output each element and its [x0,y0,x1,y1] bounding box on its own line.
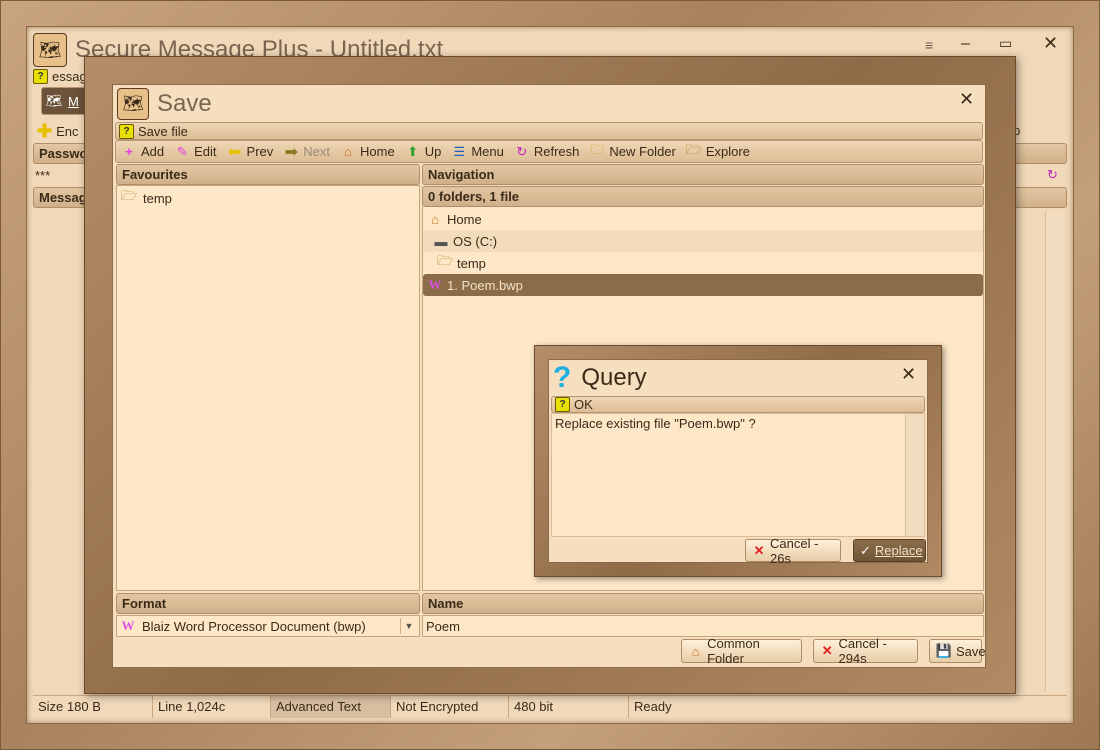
main-tab-label: M [68,93,79,109]
add-button[interactable]: + Add [121,144,164,160]
refresh-button[interactable]: ↻ Refresh [514,143,579,160]
save-titlebar: 🗺 Save [117,88,212,120]
status-bar: Size 180 B Line 1,024c Advanced Text Not… [33,695,1067,718]
arrow-right-icon: ➡ [284,143,298,161]
menu-icon: ☰ [453,143,466,159]
menu-button[interactable]: ☰ Menu [451,144,504,160]
folder-open-icon: 🗁 [685,141,702,157]
query-close-button[interactable]: ✕ [901,364,916,385]
message-scrollbar[interactable] [1045,211,1064,691]
common-folder-button[interactable]: ⌂ Common Folder [681,636,802,666]
format-select[interactable]: W Blaiz Word Processor Document (bwp) ▼ [116,615,420,637]
name-input[interactable]: Poem [422,615,984,637]
folder-up-icon: ⬆ [407,143,419,159]
favourites-panel: 🗁 temp [116,185,420,591]
name-header: Name [422,593,984,614]
replace-button[interactable]: ✓ Replace [853,539,926,562]
explore-button[interactable]: 🗁 Explore [685,141,750,160]
favourites-header: Favourites [116,164,420,185]
prev-button[interactable]: ⬅ Prev [227,143,273,161]
query-titlebar: ? Query [553,362,647,394]
query-message-text: Replace existing file "Poem.bwp" ? [555,416,756,431]
main-close-button[interactable]: ✕ [1043,33,1058,54]
plus-icon: + [125,144,133,159]
encrypt-button[interactable]: ✚ Enc [37,121,79,142]
next-button[interactable]: ➡ Next [283,143,330,161]
cancel-button[interactable]: ✕ Cancel - 294s [813,636,918,666]
query-message: Replace existing file "Poem.bwp" ? [551,413,925,537]
save-hint: ? Save file [115,122,983,140]
nav-item-drive[interactable]: ▬ OS (C:) [423,230,983,252]
format-header: Format [116,593,420,614]
chevron-down-icon[interactable]: ▼ [400,618,417,634]
query-scrollbar[interactable] [905,414,924,536]
edit-icon: ✎ [176,143,188,159]
app-logo-icon: 🗺 [33,33,67,67]
nav-item-home[interactable]: ⌂ Home [423,208,983,230]
query-hint-text: OK [574,397,593,412]
save-title: Save [157,90,212,117]
arrow-left-icon: ⬅ [227,143,242,161]
format-value: Blaiz Word Processor Document (bwp) [142,618,366,634]
question-icon: ? [553,361,572,394]
new-folder-button[interactable]: 🗀 New Folder [589,141,676,160]
status-state: Ready [634,699,672,714]
tab-logo-icon: 🗺 [45,93,63,108]
up-button[interactable]: ⬆ Up [405,143,441,160]
home-icon: ⌂ [344,144,352,159]
main-maximize-button[interactable]: ▭ [999,35,1012,52]
help-icon: ? [33,69,48,84]
drive-icon: ▬ [434,233,448,249]
edit-button[interactable]: ✎ Edit [174,143,217,160]
nav-item-temp[interactable]: 🗁 temp [423,252,983,274]
home-icon: ⌂ [691,643,700,659]
save-hint-text: Save file [138,123,188,139]
password-field[interactable]: *** [35,168,50,183]
floppy-disk-icon: 💾 [935,643,953,658]
close-icon: ✕ [753,542,765,558]
status-encryption: Not Encrypted [391,696,509,718]
main-menu-icon[interactable]: ≡ [925,37,933,53]
help-icon: ? [555,397,570,412]
word-document-icon: W [428,277,442,292]
status-mode[interactable]: Advanced Text [271,696,391,718]
home-icon: ⌂ [431,211,439,227]
folder-open-icon: 🗁 [436,253,454,268]
save-logo-icon: 🗺 [117,88,149,120]
help-icon: ? [119,123,134,139]
status-line: Line 1,024c [153,696,271,718]
home-button[interactable]: ⌂ Home [340,144,395,160]
save-toolbar: + Add ✎ Edit ⬅ Prev ➡ Next ⌂ Home ⬆ Up ☰ Menu ↻… [115,140,983,163]
checkmark-icon: ✓ [860,542,871,558]
encrypt-label: Enc [56,124,79,139]
save-close-button[interactable]: ✕ [959,89,974,110]
status-bits: 480 bit [509,696,629,718]
navigation-header: Navigation [422,164,984,185]
nav-item-file-selected[interactable]: W 1. Poem.bwp [423,274,983,296]
close-icon: ✕ [821,643,833,658]
query-hint: ? OK [551,396,925,413]
word-document-icon: W [121,618,135,633]
status-size: Size 180 B [33,696,153,718]
main-minimize-button[interactable]: – [961,35,970,53]
new-folder-icon: 🗀 [590,141,604,157]
query-dialog: ? Query ✕ ? OK Replace existing file "Po… [548,359,928,566]
save-button[interactable]: 💾 Save [929,639,986,663]
plus-icon: ✚ [37,121,53,141]
refresh-icon: ↻ [516,143,528,159]
navigation-summary: 0 folders, 1 file [422,186,984,207]
folder-icon: 🗁 [120,188,138,203]
query-cancel-button[interactable]: ✕ Cancel - 26s [745,536,841,566]
favourite-item-temp[interactable]: 🗁 temp [117,187,419,209]
password-refresh-icon[interactable]: ↻ [1047,167,1058,183]
query-title: Query [581,364,647,391]
